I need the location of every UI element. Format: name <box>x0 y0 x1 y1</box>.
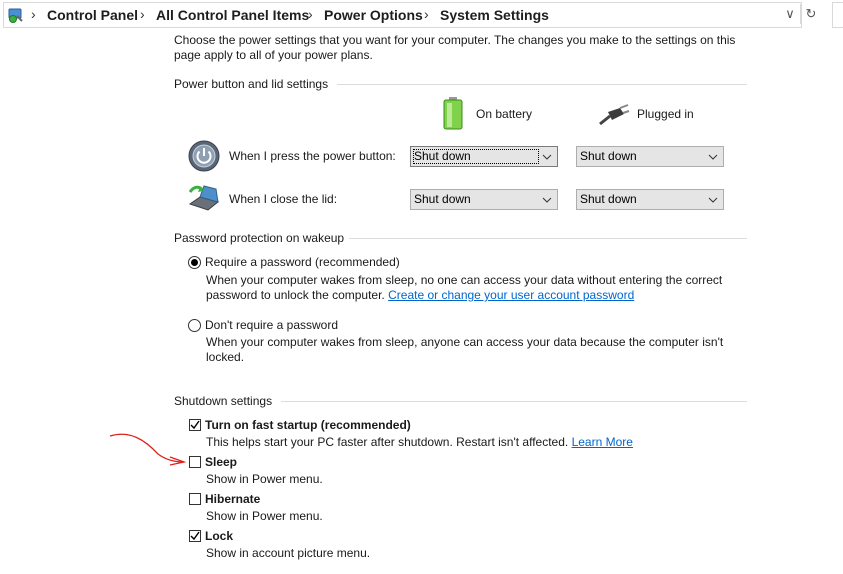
sleep-label[interactable]: Sleep <box>205 455 237 470</box>
breadcrumb-control-panel[interactable]: Control Panel <box>47 7 138 23</box>
chevron-down-icon <box>708 154 718 160</box>
hibernate-desc: Show in Power menu. <box>206 509 323 523</box>
column-plugged-in: Plugged in <box>637 107 694 121</box>
intro-line-2: page apply to all of your power plans. <box>174 48 373 62</box>
refresh-icon[interactable]: ↻ <box>800 4 821 24</box>
no-password-radio[interactable] <box>188 319 201 332</box>
power-button-plugged-select[interactable]: Shut down <box>576 146 724 167</box>
focus-rectangle <box>413 149 539 164</box>
power-section-title: Power button and lid settings <box>174 77 329 91</box>
chevron-right-icon: › <box>140 6 145 22</box>
password-section-title: Password protection on wakeup <box>174 231 345 245</box>
learn-more-link[interactable]: Learn More <box>572 435 633 449</box>
close-lid-battery-select[interactable]: Shut down <box>410 189 558 210</box>
chevron-right-icon: › <box>308 6 313 22</box>
intro-line-1: Choose the power settings that you want … <box>174 33 736 47</box>
control-panel-icon <box>7 6 25 24</box>
power-plug-icon <box>598 104 630 126</box>
require-password-radio[interactable] <box>188 256 201 269</box>
search-box[interactable] <box>832 2 843 28</box>
fast-startup-desc: This helps start your PC faster after sh… <box>206 435 633 450</box>
power-button-battery-select[interactable]: Shut down <box>410 146 558 167</box>
radio-selected-dot <box>191 259 198 266</box>
close-lid-plugged-value: Shut down <box>580 192 637 206</box>
fast-startup-checkbox[interactable] <box>189 419 201 431</box>
chevron-down-icon <box>542 197 552 203</box>
chevron-right-icon: › <box>31 6 36 22</box>
power-button-icon <box>188 140 220 172</box>
require-password-label[interactable]: Require a password (recommended) <box>205 255 400 270</box>
require-password-desc-2: password to unlock the computer. Create … <box>206 288 634 303</box>
address-bar: › Control Panel › All Control Panel Item… <box>0 0 843 29</box>
change-password-link[interactable]: Create or change your user account passw… <box>388 288 634 302</box>
hibernate-checkbox[interactable] <box>189 493 201 505</box>
chevron-down-icon <box>708 197 718 203</box>
sleep-checkbox[interactable] <box>189 456 201 468</box>
fast-startup-desc-text: This helps start your PC faster after sh… <box>206 435 572 449</box>
fast-startup-label[interactable]: Turn on fast startup (recommended) <box>205 418 411 433</box>
battery-icon <box>442 96 464 130</box>
divider <box>337 84 747 85</box>
check-icon <box>190 531 200 541</box>
chevron-down-icon <box>542 154 552 160</box>
divider <box>349 238 747 239</box>
chevron-right-icon: › <box>424 6 429 22</box>
power-button-label: When I press the power button: <box>229 149 396 163</box>
hibernate-label[interactable]: Hibernate <box>205 492 260 507</box>
sleep-desc: Show in Power menu. <box>206 472 323 486</box>
power-button-plugged-value: Shut down <box>580 149 637 163</box>
no-password-desc: When your computer wakes from sleep, any… <box>206 335 724 349</box>
breadcrumb-system-settings[interactable]: System Settings <box>440 7 549 23</box>
require-password-desc-text: password to unlock the computer. <box>206 288 389 302</box>
lock-label[interactable]: Lock <box>205 529 233 544</box>
close-lid-plugged-select[interactable]: Shut down <box>576 189 724 210</box>
breadcrumb-all-items[interactable]: All Control Panel Items <box>156 7 309 23</box>
annotation-arrow-icon <box>109 433 187 466</box>
no-password-desc-2: locked. <box>206 350 245 364</box>
no-password-label[interactable]: Don't require a password <box>205 318 338 333</box>
close-lid-battery-value: Shut down <box>414 192 471 206</box>
divider <box>281 401 747 402</box>
column-on-battery: On battery <box>476 107 533 121</box>
breadcrumb-power-options[interactable]: Power Options <box>324 7 423 23</box>
shutdown-section-title: Shutdown settings <box>174 394 273 408</box>
history-dropdown-icon[interactable]: ∨ <box>780 4 800 24</box>
require-password-desc: When your computer wakes from sleep, no … <box>206 273 723 287</box>
lock-desc: Show in account picture menu. <box>206 546 371 560</box>
check-icon <box>190 420 200 430</box>
lock-checkbox[interactable] <box>189 530 201 542</box>
close-lid-label: When I close the lid: <box>229 192 338 206</box>
laptop-lid-icon <box>186 182 220 214</box>
